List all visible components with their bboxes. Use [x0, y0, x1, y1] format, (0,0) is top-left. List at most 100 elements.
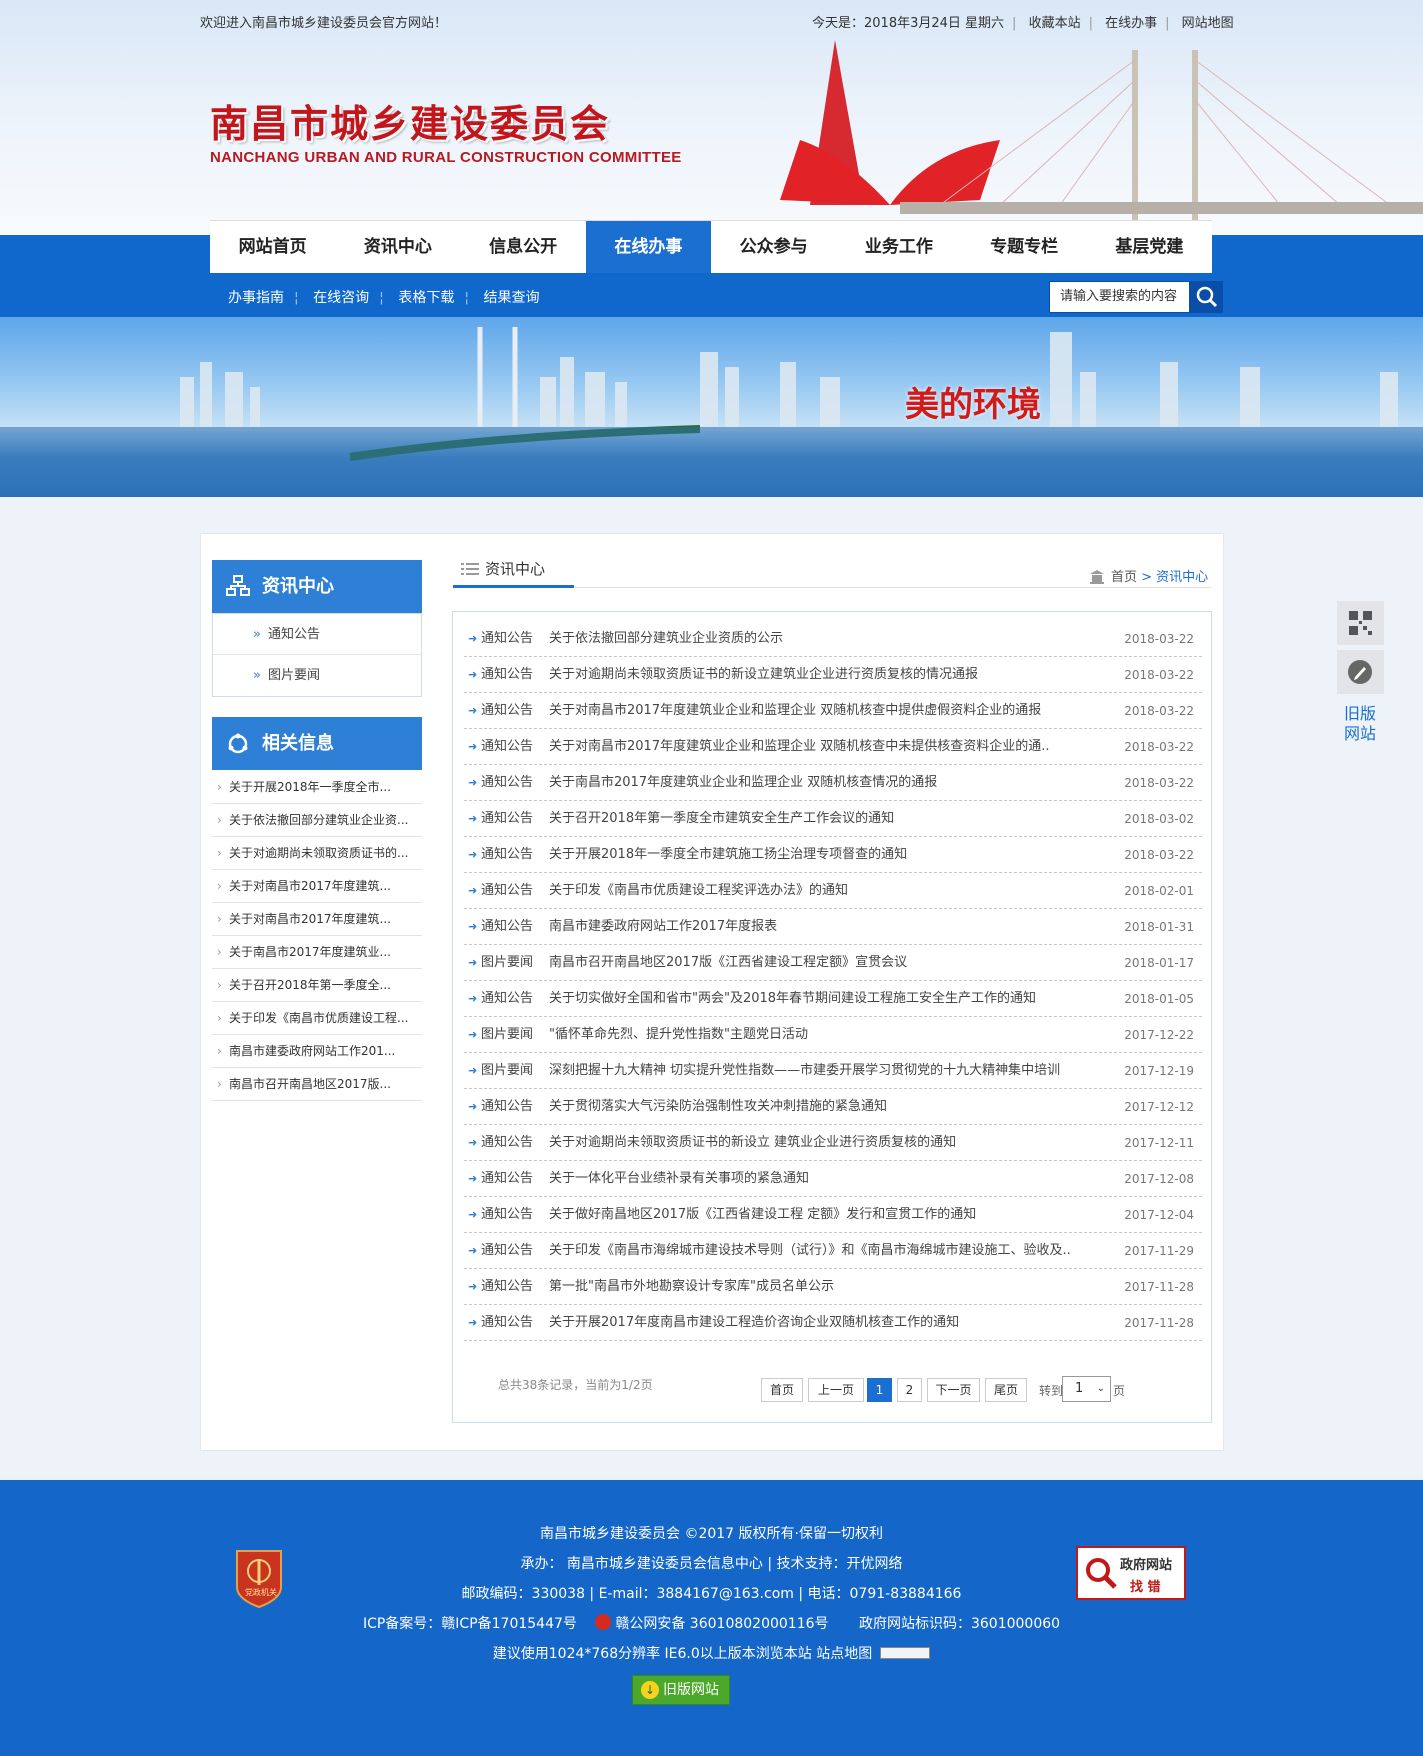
related-item[interactable]: 关于南昌市2017年度建筑业...	[212, 936, 422, 969]
news-category[interactable]: 通知公告	[481, 1233, 533, 1269]
news-category[interactable]: 通知公告	[481, 693, 533, 729]
news-row[interactable]: ➜ 通知公告 关于对逾期尚未领取资质证书的新设立建筑业企业进行资质复核的情况通报 20…	[464, 657, 1202, 693]
subnav-guide[interactable]: 办事指南	[228, 290, 284, 306]
news-row[interactable]: ➜ 通知公告 关于南昌市2017年度建筑业企业和监理企业 双随机核查情况的通报 201…	[464, 765, 1202, 801]
news-category[interactable]: 图片要闻	[481, 945, 533, 981]
news-row[interactable]: ➜ 通知公告 第一批"南昌市外地勘察设计专家库"成员名单公示 2017-11-28	[464, 1269, 1202, 1305]
news-category[interactable]: 图片要闻	[481, 1017, 533, 1053]
old-site-link[interactable]: 旧版网站	[1344, 704, 1378, 744]
related-item[interactable]: 关于召开2018年第一季度全...	[212, 969, 422, 1002]
news-title[interactable]: 关于开展2018年一季度全市建筑施工扬尘治理专项督查的通知	[549, 837, 1109, 873]
icp-text[interactable]: ICP备案号：赣ICP备17015447号	[363, 1616, 577, 1632]
news-title[interactable]: 关于印发《南昌市优质建设工程奖评选办法》的通知	[549, 873, 1109, 909]
related-item[interactable]: 关于对南昌市2017年度建筑...	[212, 870, 422, 903]
related-item[interactable]: 关于对逾期尚未领取资质证书的...	[212, 837, 422, 870]
related-item[interactable]: 关于对南昌市2017年度建筑...	[212, 903, 422, 936]
next-page-button[interactable]: 下一页	[927, 1378, 980, 1402]
news-title[interactable]: 南昌市召开南昌地区2017版《江西省建设工程定额》宣贯会议	[549, 945, 1109, 981]
bookmark-link[interactable]: 收藏本站	[1029, 16, 1081, 31]
news-category[interactable]: 通知公告	[481, 729, 533, 765]
news-title[interactable]: 南昌市建委政府网站工作2017年度报表	[549, 909, 1109, 945]
news-title[interactable]: "循怀革命先烈、提升党性指数"主题党日活动	[549, 1017, 1109, 1053]
news-category[interactable]: 通知公告	[481, 1305, 533, 1341]
news-category[interactable]: 通知公告	[481, 837, 533, 873]
news-category[interactable]: 通知公告	[481, 981, 533, 1017]
nav-online-service[interactable]: 在线办事	[585, 221, 711, 273]
nav-business[interactable]: 业务工作	[836, 221, 961, 273]
news-row[interactable]: ➜ 通知公告 关于印发《南昌市优质建设工程奖评选办法》的通知 2018-02-01	[464, 873, 1202, 909]
subnav-consult[interactable]: 在线咨询	[313, 290, 369, 306]
prev-page-button[interactable]: 上一页	[808, 1378, 864, 1402]
news-row[interactable]: ➜ 通知公告 关于对南昌市2017年度建筑业企业和监理企业 双随机核查中提供虚假资料…	[464, 693, 1202, 729]
related-item[interactable]: 关于开展2018年一季度全市...	[212, 771, 422, 804]
news-title[interactable]: 关于一体化平台业绩补录有关事项的紧急通知	[549, 1161, 1109, 1197]
news-category[interactable]: 通知公告	[481, 765, 533, 801]
related-item[interactable]: 关于依法撤回部分建筑业企业资...	[212, 804, 422, 837]
nav-news[interactable]: 资讯中心	[335, 221, 460, 273]
party-government-badge[interactable]: 党政机关	[233, 1547, 285, 1609]
related-item[interactable]: 南昌市建委政府网站工作201...	[212, 1035, 422, 1068]
news-category[interactable]: 通知公告	[481, 1089, 533, 1125]
news-row[interactable]: ➜ 通知公告 关于召开2018年第一季度全市建筑安全生产工作会议的通知 2018-03…	[464, 801, 1202, 837]
news-title[interactable]: 关于南昌市2017年度建筑业企业和监理企业 双随机核查情况的通报	[549, 765, 1109, 801]
page-select[interactable]: 1 ⌄	[1062, 1376, 1111, 1402]
sidebar-item-photo-news[interactable]: 图片要闻	[213, 655, 421, 696]
related-item[interactable]: 关于印发《南昌市优质建设工程...	[212, 1002, 422, 1035]
news-row[interactable]: ➜ 图片要闻 深刻把握十九大精神 切实提升党性指数——市建委开展学习贯彻党的十九大精…	[464, 1053, 1202, 1089]
news-row[interactable]: ➜ 通知公告 关于开展2017年度南昌市建设工程造价咨询企业双随机核查工作的通知 20…	[464, 1305, 1202, 1341]
news-title[interactable]: 关于对南昌市2017年度建筑业企业和监理企业 双随机核查中未提供核查资料企业的通…	[549, 729, 1109, 765]
site-logo-title[interactable]: 南昌市城乡建设委员会	[210, 93, 610, 148]
news-title[interactable]: 关于对逾期尚未领取资质证书的新设立建筑业企业进行资质复核的情况通报	[549, 657, 1109, 693]
news-row[interactable]: ➜ 通知公告 关于做好南昌地区2017版《江西省建设工程 定额》发行和宣贯工作的通知…	[464, 1197, 1202, 1233]
related-item[interactable]: 南昌市召开南昌地区2017版...	[212, 1068, 422, 1101]
news-title[interactable]: 关于依法撤回部分建筑业企业资质的公示	[549, 621, 1109, 657]
news-row[interactable]: ➜ 通知公告 南昌市建委政府网站工作2017年度报表 2018-01-31	[464, 909, 1202, 945]
old-version-button[interactable]: ↓ 旧版网站	[632, 1675, 730, 1705]
sidebar-item-notice[interactable]: 通知公告	[213, 614, 421, 655]
news-row[interactable]: ➜ 通知公告 关于切实做好全国和省市"两会"及2018年春节期间建设工程施工安全生产…	[464, 981, 1202, 1017]
search-input[interactable]: 请输入要搜索的内容	[1049, 281, 1190, 313]
news-title[interactable]: 关于贯彻落实大气污染防治强制性攻关冲刺措施的紧急通知	[549, 1089, 1109, 1125]
search-button[interactable]	[1190, 281, 1223, 313]
news-row[interactable]: ➜ 通知公告 关于依法撤回部分建筑业企业资质的公示 2018-03-22	[464, 621, 1202, 657]
nav-party[interactable]: 基层党建	[1087, 221, 1212, 273]
news-title[interactable]: 关于印发《南昌市海绵城市建设技术导则（试行）》和《南昌市海绵城市建设施工、验收及…	[549, 1233, 1109, 1269]
sitemap-link[interactable]: 网站地图	[1182, 16, 1234, 31]
news-category[interactable]: 通知公告	[481, 909, 533, 945]
page-1-button[interactable]: 1	[867, 1378, 892, 1402]
news-category[interactable]: 通知公告	[481, 1269, 533, 1305]
news-category[interactable]: 通知公告	[481, 873, 533, 909]
news-category[interactable]: 通知公告	[481, 801, 533, 837]
news-category[interactable]: 通知公告	[481, 1161, 533, 1197]
subnav-forms[interactable]: 表格下载	[398, 290, 454, 306]
news-category[interactable]: 通知公告	[481, 1125, 533, 1161]
gov-site-error-report[interactable]: 政府网站 找 错	[1076, 1546, 1186, 1600]
news-category[interactable]: 图片要闻	[481, 1053, 533, 1089]
news-title[interactable]: 关于召开2018年第一季度全市建筑安全生产工作会议的通知	[549, 801, 1109, 837]
news-row[interactable]: ➜ 通知公告 关于对逾期尚未领取资质证书的新设立 建筑业企业进行资质复核的通知 201…	[464, 1125, 1202, 1161]
nav-public[interactable]: 公众参与	[711, 221, 836, 273]
news-title[interactable]: 关于做好南昌地区2017版《江西省建设工程 定额》发行和宣贯工作的通知	[549, 1197, 1109, 1233]
news-row[interactable]: ➜ 通知公告 关于印发《南昌市海绵城市建设技术导则（试行）》和《南昌市海绵城市建设施…	[464, 1233, 1202, 1269]
nav-info-open[interactable]: 信息公开	[461, 221, 586, 273]
last-page-button[interactable]: 尾页	[985, 1378, 1027, 1402]
subnav-results[interactable]: 结果查询	[484, 290, 540, 306]
nav-home[interactable]: 网站首页	[210, 221, 335, 273]
news-row[interactable]: ➜ 通知公告 关于对南昌市2017年度建筑业企业和监理企业 双随机核查中未提供核查资…	[464, 729, 1202, 765]
police-record-text[interactable]: 赣公网安备 36010802000116号	[615, 1616, 828, 1632]
news-title[interactable]: 关于对逾期尚未领取资质证书的新设立 建筑业企业进行资质复核的通知	[549, 1125, 1109, 1161]
news-row[interactable]: ➜ 图片要闻 "循怀革命先烈、提升党性指数"主题党日活动 2017-12-22	[464, 1017, 1202, 1053]
news-row[interactable]: ➜ 通知公告 关于开展2018年一季度全市建筑施工扬尘治理专项督查的通知 2018-0…	[464, 837, 1202, 873]
news-title[interactable]: 深刻把握十九大精神 切实提升党性指数——市建委开展学习贯彻党的十九大精神集中培训	[549, 1053, 1109, 1089]
news-row[interactable]: ➜ 图片要闻 南昌市召开南昌地区2017版《江西省建设工程定额》宣贯会议 2018-0…	[464, 945, 1202, 981]
news-title[interactable]: 第一批"南昌市外地勘察设计专家库"成员名单公示	[549, 1269, 1109, 1305]
first-page-button[interactable]: 首页	[761, 1378, 803, 1402]
edit-button[interactable]	[1337, 650, 1384, 694]
news-row[interactable]: ➜ 通知公告 关于一体化平台业绩补录有关事项的紧急通知 2017-12-08	[464, 1161, 1202, 1197]
nav-topics[interactable]: 专题专栏	[962, 221, 1087, 273]
news-title[interactable]: 关于开展2017年度南昌市建设工程造价咨询企业双随机核查工作的通知	[549, 1305, 1109, 1341]
page-2-button[interactable]: 2	[897, 1378, 922, 1402]
news-title[interactable]: 关于切实做好全国和省市"两会"及2018年春节期间建设工程施工安全生产工作的通知	[549, 981, 1109, 1017]
news-title[interactable]: 关于对南昌市2017年度建筑业企业和监理企业 双随机核查中提供虚假资料企业的通报	[549, 693, 1109, 729]
qrcode-button[interactable]	[1337, 601, 1384, 645]
